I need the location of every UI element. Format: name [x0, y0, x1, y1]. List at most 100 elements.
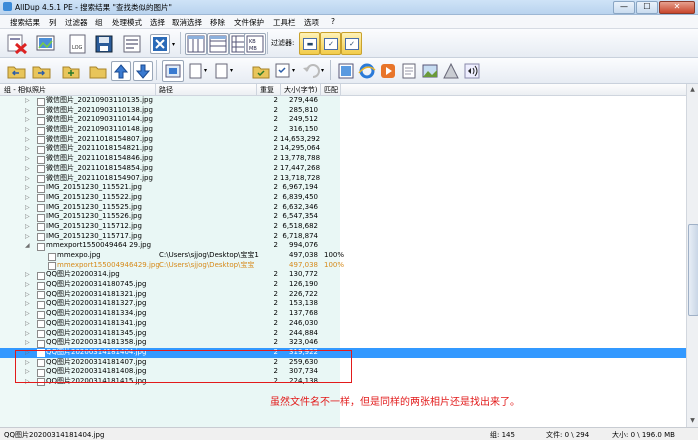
group-row[interactable]: ▷ IMG_20151230_115712.jpg 2 6,518,682: [0, 222, 686, 232]
row-checkbox[interactable]: [37, 242, 45, 251]
row-checkbox[interactable]: [37, 233, 45, 242]
dropdown-arrow-icon[interactable]: ▾: [320, 66, 325, 75]
collapsed-arrow-icon[interactable]: ▷: [25, 183, 31, 193]
menu-toolbar[interactable]: 工具栏: [273, 17, 296, 28]
maximize-button[interactable]: ☐: [636, 1, 658, 14]
collapsed-arrow-icon[interactable]: ▷: [25, 329, 31, 339]
expanded-arrow-icon[interactable]: ◢: [25, 241, 31, 251]
dropdown-arrow-icon[interactable]: ▾: [229, 66, 234, 75]
menu-deselect[interactable]: 取消选择: [172, 17, 202, 28]
row-checkbox[interactable]: [37, 136, 45, 145]
collapsed-arrow-icon[interactable]: ▷: [25, 232, 31, 242]
row-checkbox[interactable]: [37, 223, 45, 232]
collapsed-arrow-icon[interactable]: ▷: [25, 164, 31, 174]
column-match[interactable]: 匹配: [324, 85, 338, 95]
move-down-icon[interactable]: [133, 61, 153, 81]
row-checkbox[interactable]: [37, 320, 45, 329]
collapsed-arrow-icon[interactable]: ▷: [25, 106, 31, 116]
checked-list-icon[interactable]: [273, 61, 293, 81]
group-row[interactable]: ▷ IMG_20151230_115522.jpg 2 6,839,450: [0, 193, 686, 203]
filter-checked-button[interactable]: ✓: [320, 32, 341, 55]
folder-forward-icon[interactable]: [30, 61, 54, 81]
menu-columns[interactable]: 列: [49, 17, 57, 28]
collapsed-arrow-icon[interactable]: ▷: [25, 299, 31, 309]
group-row[interactable]: ▷ IMG_20151230_115525.jpg 2 6,632,346: [0, 203, 686, 213]
columns-view-icon[interactable]: [185, 33, 207, 55]
collapsed-arrow-icon[interactable]: ▷: [25, 203, 31, 213]
group-row[interactable]: ◢ mmexport1550049464 29.jpg 2 994,076: [0, 241, 686, 251]
scroll-up-icon[interactable]: ▲: [688, 85, 697, 94]
row-checkbox[interactable]: [37, 184, 45, 193]
menu-remove[interactable]: 移除: [210, 17, 225, 28]
row-checkbox[interactable]: [48, 252, 56, 261]
collapsed-arrow-icon[interactable]: ▷: [25, 125, 31, 135]
row-checkbox[interactable]: [37, 339, 45, 348]
row-checkbox[interactable]: [37, 271, 45, 280]
collapsed-arrow-icon[interactable]: ▷: [25, 270, 31, 280]
column-duplicates[interactable]: 重复: [260, 85, 274, 95]
group-row[interactable]: ▷ 微信图片_20211018154846.jpg 2 13,778,788: [0, 154, 686, 164]
group-row[interactable]: ▷ IMG_20151230_115526.jpg 2 6,547,354: [0, 212, 686, 222]
group-row[interactable]: ▷ 微信图片_20210903110148.jpg 2 316,150: [0, 125, 686, 135]
row-checkbox[interactable]: [37, 330, 45, 338]
scroll-thumb[interactable]: [688, 224, 698, 316]
close-button[interactable]: ✕: [659, 1, 695, 14]
group-row[interactable]: ▷ QQ图片20200314181358.jpg 2 323,046: [0, 338, 686, 348]
collapsed-arrow-icon[interactable]: ▷: [25, 115, 31, 125]
group-row[interactable]: ▷ QQ图片20200314181327.jpg 2 153,138: [0, 299, 686, 309]
menu-file-protect[interactable]: 文件保护: [234, 17, 264, 28]
row-checkbox[interactable]: [37, 155, 45, 164]
list-view-icon[interactable]: [207, 33, 229, 55]
move-up-icon[interactable]: [111, 61, 131, 81]
dropdown-arrow-icon[interactable]: ▾: [171, 40, 176, 49]
file-row[interactable]: mmexpo.jpg C:\Users\sjjog\Desktop\宝宝1 497,…: [0, 251, 686, 261]
group-row[interactable]: ▷ QQ图片20200314.jpg 2 130,772: [0, 270, 686, 280]
log-icon[interactable]: LOG: [66, 32, 90, 56]
document-icon[interactable]: [186, 61, 204, 81]
group-row[interactable]: ▷ 微信图片_20211018154807.jpg 2 14,653,292: [0, 135, 686, 145]
group-row[interactable]: ▷ QQ图片20200314181341.jpg 2 246,030: [0, 319, 686, 329]
row-checkbox[interactable]: [37, 97, 45, 106]
open-file-icon[interactable]: [120, 32, 144, 56]
menu-filter[interactable]: 过滤器: [65, 17, 88, 28]
document-copy-icon[interactable]: [212, 61, 230, 81]
collapsed-arrow-icon[interactable]: ▷: [25, 96, 31, 106]
row-checkbox[interactable]: [37, 116, 45, 125]
media-player-icon[interactable]: [378, 61, 398, 81]
kb-mb-icon[interactable]: KBMB: [244, 33, 266, 55]
group-row[interactable]: ▷ QQ图片20200314181345.jpg 2 244,884: [0, 329, 686, 339]
menu-help[interactable]: ?: [331, 17, 335, 26]
row-checkbox[interactable]: [37, 291, 45, 300]
collapsed-arrow-icon[interactable]: ▷: [25, 280, 31, 290]
dropdown-arrow-icon[interactable]: ▾: [291, 66, 296, 75]
remove-icon[interactable]: [150, 34, 170, 54]
group-row[interactable]: ▷ 微信图片_20211018154821.jpg 2 14,295,064: [0, 144, 686, 154]
row-checkbox[interactable]: [37, 310, 45, 319]
row-checkbox[interactable]: [37, 126, 45, 135]
folder-icon[interactable]: [87, 61, 109, 81]
internet-explorer-icon[interactable]: [357, 61, 377, 81]
collapsed-arrow-icon[interactable]: ▷: [25, 309, 31, 319]
audio-icon[interactable]: [462, 61, 482, 81]
dropdown-arrow-icon[interactable]: ▾: [203, 66, 208, 75]
text-document-icon[interactable]: [399, 61, 419, 81]
row-checkbox[interactable]: [37, 300, 45, 309]
save-icon[interactable]: [92, 32, 116, 56]
vertical-scrollbar[interactable]: ▲ ▼: [686, 84, 698, 427]
group-row[interactable]: ▷ 微信图片_20210903110135.jpg 2 279,446: [0, 96, 686, 106]
menu-options[interactable]: 选项: [304, 17, 319, 28]
row-checkbox[interactable]: [37, 281, 45, 290]
file-row[interactable]: mmexport155004946429.jpg C:\Users\sjjog\D…: [0, 261, 686, 271]
collapsed-arrow-icon[interactable]: ▷: [25, 222, 31, 232]
collapsed-arrow-icon[interactable]: ▷: [25, 290, 31, 300]
collapsed-arrow-icon[interactable]: ▷: [25, 144, 31, 154]
menu-search-results[interactable]: 搜索结果: [10, 17, 40, 28]
row-checkbox[interactable]: [37, 107, 45, 116]
row-checkbox[interactable]: [48, 262, 56, 271]
minimize-button[interactable]: —: [613, 1, 635, 14]
image-preview-icon[interactable]: [33, 32, 59, 56]
picture-icon[interactable]: [420, 61, 440, 81]
column-group[interactable]: 组 - 相似照片: [4, 85, 46, 95]
group-row[interactable]: ▷ IMG_20151230_115717.jpg 2 6,718,874: [0, 232, 686, 242]
collapsed-arrow-icon[interactable]: ▷: [25, 193, 31, 203]
